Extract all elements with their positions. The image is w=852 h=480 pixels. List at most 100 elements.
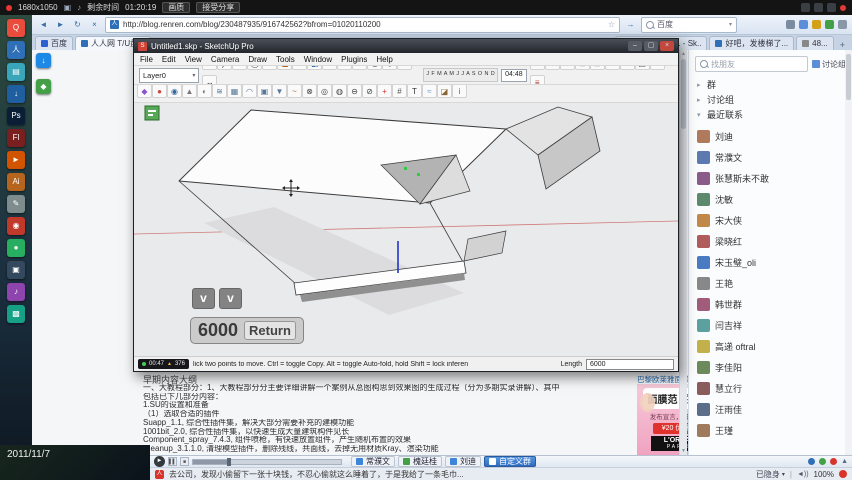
shadow-months-slider[interactable]: J F M A M J J A S O N D bbox=[423, 68, 499, 82]
menu-plugins[interactable]: Plugins bbox=[341, 55, 367, 64]
browser-tab[interactable]: 48... bbox=[796, 36, 834, 50]
model-info-icon[interactable]: i bbox=[452, 85, 467, 98]
zoom-tool-icon[interactable]: ⊕ bbox=[559, 66, 575, 70]
outer-shell-icon[interactable]: ◎ bbox=[317, 85, 332, 98]
dimensions-icon[interactable]: # bbox=[392, 85, 407, 98]
push-pull-icon[interactable]: ⇧ bbox=[322, 66, 338, 70]
stop-record-icon[interactable] bbox=[840, 4, 846, 11]
stamp-icon[interactable]: ▣ bbox=[257, 85, 272, 98]
go-button[interactable]: → bbox=[624, 18, 637, 31]
tape-measure-icon[interactable]: ∠ bbox=[292, 66, 308, 70]
tray-icon[interactable] bbox=[830, 458, 838, 465]
taskbar-window-button[interactable]: 槐廷桂 bbox=[398, 456, 442, 467]
orbit-tool-icon[interactable]: ↺ bbox=[529, 66, 545, 70]
shadow-time-box[interactable]: 04:48 bbox=[501, 68, 527, 82]
walk-tool-icon[interactable]: ▲ bbox=[182, 85, 197, 98]
contact-item[interactable]: 汪雨佳 bbox=[689, 399, 845, 420]
back-button[interactable]: ◄ bbox=[37, 18, 50, 31]
find-friends-input[interactable]: 找朋友 bbox=[695, 56, 808, 72]
rectangle-tool-icon[interactable]: ▭ bbox=[232, 66, 248, 70]
zoom-window-icon[interactable]: ⊞ bbox=[574, 66, 590, 70]
scroll-up-icon[interactable]: ▲ bbox=[680, 51, 687, 57]
text-tool-icon[interactable]: A bbox=[397, 66, 413, 70]
section-plane-icon[interactable]: ▱ bbox=[649, 66, 665, 70]
skin-icon[interactable] bbox=[825, 20, 834, 29]
chat-icon[interactable] bbox=[827, 3, 836, 12]
paint-bucket-icon[interactable]: ◧ bbox=[307, 66, 323, 70]
layer-dropdown[interactable]: Layer0 ▾ bbox=[139, 67, 200, 83]
contact-item[interactable]: 沈敏 bbox=[689, 189, 845, 210]
follow-me-icon[interactable]: ~ bbox=[287, 85, 302, 98]
make-component-icon[interactable]: ◆ bbox=[137, 85, 152, 98]
fog-icon[interactable]: ≈ bbox=[422, 85, 437, 98]
discussion-group-button[interactable]: 讨论组 bbox=[812, 59, 846, 70]
forward-button[interactable]: ► bbox=[54, 18, 67, 31]
next-view-icon[interactable]: → bbox=[619, 66, 635, 70]
menu-file[interactable]: File bbox=[140, 55, 153, 64]
contact-item[interactable]: 韩世群 bbox=[689, 294, 845, 315]
progress-thumb[interactable] bbox=[227, 457, 231, 466]
speaker-icon[interactable]: ◄)) bbox=[797, 471, 809, 478]
contact-item[interactable]: 慧立行 bbox=[689, 378, 845, 399]
media-folder-icon[interactable]: ▤ bbox=[7, 63, 25, 81]
trim-icon[interactable]: ⊘ bbox=[362, 85, 377, 98]
menu-window[interactable]: Window bbox=[304, 55, 332, 64]
line-tool-icon[interactable]: ╱ bbox=[217, 66, 233, 70]
sketchup-titlebar[interactable]: S Untitled1.skp - SketchUp Pro – ▢ × bbox=[134, 39, 678, 53]
progress-track[interactable] bbox=[192, 457, 342, 466]
contact-item[interactable]: 李佳阳 bbox=[689, 357, 845, 378]
display-icon[interactable] bbox=[814, 3, 823, 12]
union-icon[interactable]: ◍ bbox=[332, 85, 347, 98]
renren-desktop-icon[interactable]: 人 bbox=[7, 41, 25, 59]
menu-edit[interactable]: Edit bbox=[162, 55, 176, 64]
notepad-icon[interactable]: ✎ bbox=[7, 195, 25, 213]
arc-tool-icon[interactable]: ◠ bbox=[262, 66, 278, 70]
green-browser-icon[interactable]: ● bbox=[7, 239, 25, 257]
scale-tool-icon[interactable]: ◇ bbox=[382, 66, 398, 70]
circle-tool-icon[interactable]: ◯ bbox=[247, 66, 263, 70]
rotate-tool-icon[interactable]: ↻ bbox=[352, 66, 368, 70]
contact-item[interactable]: 王瑾 bbox=[689, 420, 845, 441]
browser-tab[interactable]: 百度 bbox=[35, 36, 73, 50]
ide-icon[interactable]: ▣ bbox=[7, 261, 25, 279]
contacts-scrollbar[interactable] bbox=[845, 50, 852, 455]
online-status-selector[interactable]: 已隐身 ▾ bbox=[756, 469, 785, 480]
contact-item[interactable]: 刘迪 bbox=[689, 126, 845, 147]
contact-item[interactable]: 宋大侠 bbox=[689, 210, 845, 231]
contacts-scrollbar-thumb[interactable] bbox=[846, 54, 851, 100]
favorites-star-icon[interactable]: ☆ bbox=[608, 20, 615, 29]
download-icon[interactable] bbox=[812, 20, 821, 29]
tray-collapse-icon[interactable]: ▲ bbox=[841, 458, 848, 465]
menu-tools[interactable]: Tools bbox=[276, 55, 295, 64]
move-tool-icon[interactable]: + bbox=[337, 66, 353, 70]
play-button[interactable]: ► bbox=[154, 456, 165, 467]
close-button[interactable]: × bbox=[660, 41, 674, 51]
mail-icon[interactable] bbox=[799, 20, 808, 29]
wangwang-icon[interactable]: ◆ bbox=[36, 79, 51, 94]
media-player-icon[interactable]: ► bbox=[7, 151, 25, 169]
contact-item[interactable]: 王艳 bbox=[689, 273, 845, 294]
smoove-icon[interactable]: ◠ bbox=[242, 85, 257, 98]
download-manager-icon[interactable]: ↓ bbox=[36, 53, 51, 68]
scroll-down-icon[interactable]: ▼ bbox=[680, 448, 687, 454]
thunder-download-icon[interactable]: ↓ bbox=[7, 85, 25, 103]
contact-item[interactable]: 闫吉祥 bbox=[689, 315, 845, 336]
accept-share-button[interactable]: 接受分享 bbox=[196, 2, 241, 13]
contact-item[interactable]: 高递 oftral bbox=[689, 336, 845, 357]
tree-item[interactable]: ▸ 群 bbox=[697, 77, 844, 92]
3d-text-icon[interactable]: T bbox=[407, 85, 422, 98]
menu-camera[interactable]: Camera bbox=[211, 55, 239, 64]
sandbox-from-scratch-icon[interactable]: ▦ bbox=[227, 85, 242, 98]
tree-item[interactable]: ▸ 讨论组 bbox=[697, 92, 844, 107]
storm-player-icon[interactable]: ◉ bbox=[7, 217, 25, 235]
taskbar-window-button[interactable]: 刘迪 bbox=[445, 456, 481, 467]
refresh-button[interactable]: ↻ bbox=[71, 18, 84, 31]
intersect-icon[interactable]: ⊗ bbox=[302, 85, 317, 98]
select-tool-icon[interactable]: ► bbox=[202, 66, 218, 70]
screenshot-icon[interactable] bbox=[786, 20, 795, 29]
page-scrollbar[interactable]: ▲ ▼ bbox=[679, 50, 687, 455]
search-dropdown-icon[interactable]: ▾ bbox=[729, 21, 732, 28]
menu-draw[interactable]: Draw bbox=[248, 55, 267, 64]
menu-icon[interactable] bbox=[838, 20, 847, 29]
taskbar-window-active[interactable]: 自定义群 bbox=[484, 456, 536, 467]
